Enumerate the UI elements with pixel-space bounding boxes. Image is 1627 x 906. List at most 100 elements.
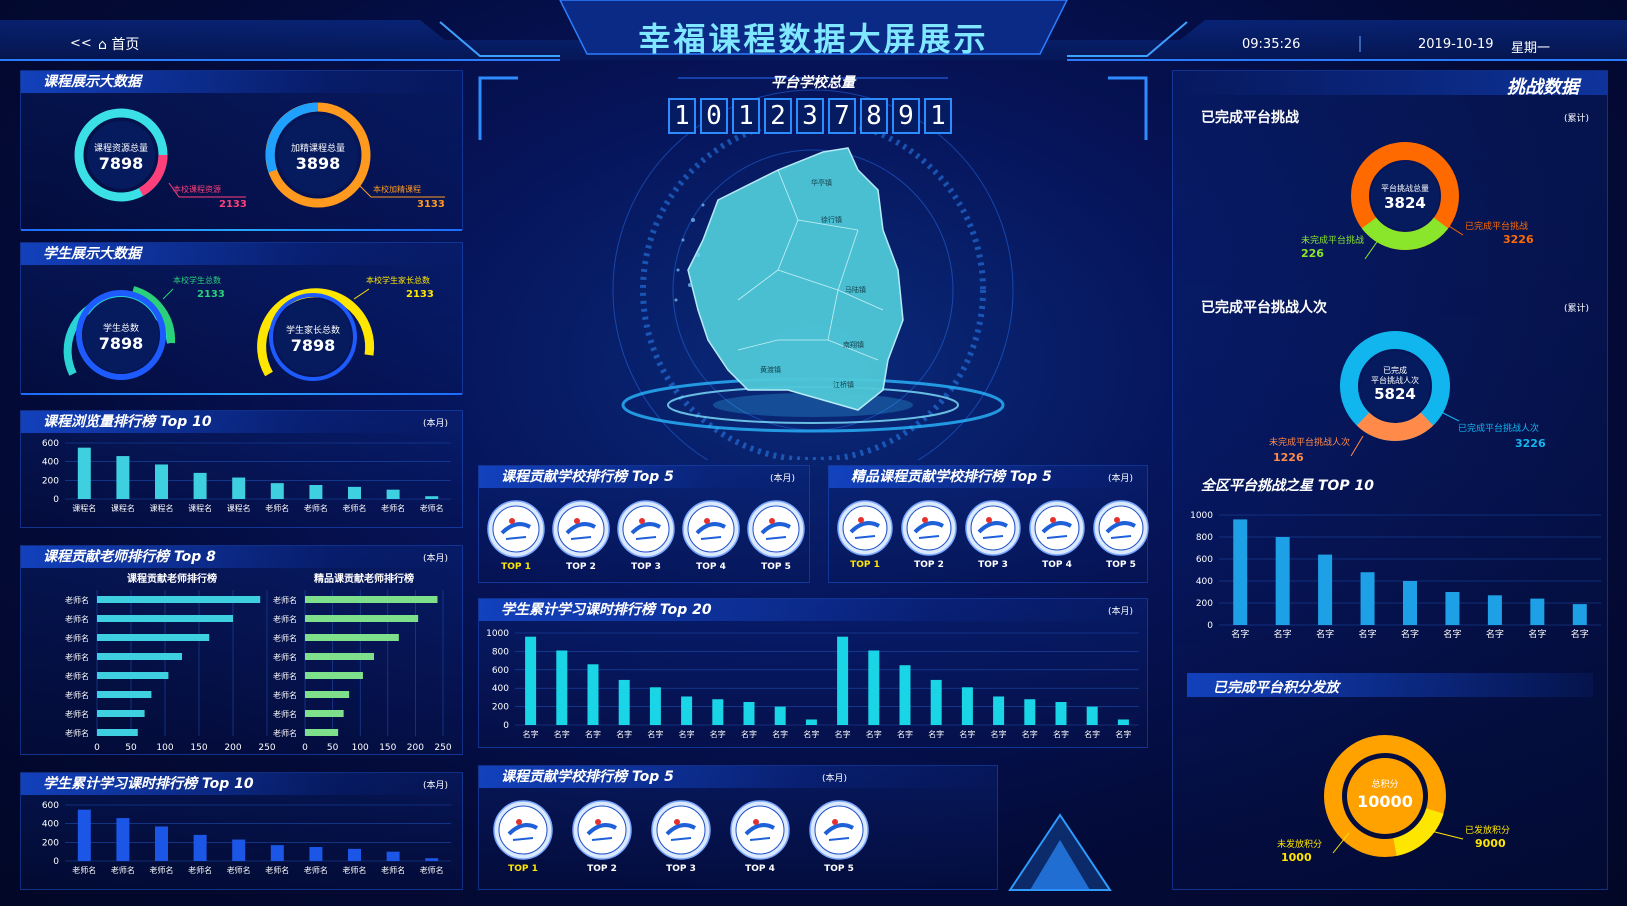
y-tick-label: 老师名 bbox=[273, 709, 297, 719]
donut-left-label: 未完成平台挑战人次 bbox=[1269, 436, 1350, 448]
bar bbox=[1572, 604, 1587, 625]
back-button[interactable]: << bbox=[70, 36, 92, 51]
school-logo-icon[interactable] bbox=[487, 500, 545, 558]
map-label: 南翔镇 bbox=[843, 341, 864, 349]
school-logo-icon[interactable] bbox=[1093, 500, 1149, 556]
donut-left-label: 未完成平台挑战 bbox=[1301, 234, 1364, 246]
x-tick-label: 250 bbox=[434, 743, 451, 753]
donut-center-value: 3824 bbox=[1384, 194, 1426, 212]
y-tick-label: 200 bbox=[42, 476, 59, 486]
school-logo-icon[interactable] bbox=[809, 800, 869, 860]
panel-bottom-line bbox=[21, 393, 462, 395]
school-logo-icon[interactable] bbox=[747, 500, 805, 558]
school-logo-icon[interactable] bbox=[837, 500, 893, 556]
x-tick-label: 名字 bbox=[866, 729, 882, 739]
school-logo-icon[interactable] bbox=[682, 500, 740, 558]
school-rank-label: TOP 3 bbox=[666, 864, 696, 874]
school-logo-icon[interactable] bbox=[572, 800, 632, 860]
x-tick-label: 250 bbox=[258, 743, 275, 753]
donut-left-value: 1226 bbox=[1273, 451, 1304, 464]
completed-title: 已完成平台挑战 bbox=[1201, 110, 1299, 126]
map-label: 华亭镇 bbox=[811, 179, 832, 187]
panel-title: 学生展示大数据 bbox=[21, 243, 462, 265]
school-logo-icon[interactable] bbox=[493, 800, 553, 860]
y-tick-label: 老师名 bbox=[273, 633, 297, 643]
school-logo-icon[interactable] bbox=[965, 500, 1021, 556]
y-tick-label: 600 bbox=[492, 666, 509, 676]
home-button[interactable]: ⌂ 首页 bbox=[98, 34, 139, 54]
y-tick-label: 老师名 bbox=[65, 690, 89, 700]
school-logo-icon[interactable] bbox=[617, 500, 675, 558]
x-tick-label: 名字 bbox=[554, 729, 570, 739]
bar bbox=[386, 851, 400, 861]
panel-note: (本月) bbox=[422, 419, 448, 429]
bar bbox=[309, 847, 323, 861]
x-tick-label: 名字 bbox=[1053, 729, 1069, 739]
y-tick-label: 800 bbox=[1196, 533, 1213, 543]
bar bbox=[97, 615, 233, 622]
donut-center-value: 10000 bbox=[1357, 792, 1413, 811]
ring-value: 3898 bbox=[296, 154, 341, 173]
x-tick-label: 50 bbox=[327, 743, 339, 753]
bar bbox=[348, 486, 361, 499]
bar bbox=[97, 672, 169, 679]
y-tick-label: 老师名 bbox=[273, 728, 297, 738]
panel-title: 课程贡献学校排行榜 Top 5 bbox=[479, 466, 809, 488]
school-list: TOP 1 TOP 2 TOP 3 TOP 4 TOP 5 bbox=[479, 488, 811, 584]
bar bbox=[305, 596, 438, 603]
donut-center-value: 5824 bbox=[1374, 385, 1416, 403]
x-tick-label: 老师名 bbox=[265, 503, 289, 513]
school-logo-icon[interactable] bbox=[651, 800, 711, 860]
map-label: 江桥镇 bbox=[833, 381, 854, 389]
x-tick-label: 50 bbox=[125, 743, 137, 753]
x-tick-label: 150 bbox=[379, 743, 396, 753]
bar bbox=[305, 634, 399, 641]
bar bbox=[348, 848, 361, 861]
y-tick-label: 800 bbox=[492, 647, 509, 657]
x-tick-label: 名字 bbox=[710, 729, 726, 739]
y-tick-label: 1000 bbox=[486, 629, 509, 639]
ring-sub-value: 2133 bbox=[219, 199, 247, 210]
bar bbox=[270, 845, 284, 861]
chart-subtitle: 精品课贡献老师排行榜 bbox=[314, 572, 414, 585]
y-tick-label: 老师名 bbox=[273, 614, 297, 624]
x-tick-label: 名字 bbox=[741, 729, 757, 739]
x-tick-label: 名字 bbox=[897, 729, 913, 739]
y-tick-label: 老师名 bbox=[273, 595, 297, 605]
x-tick-label: 老师名 bbox=[304, 865, 328, 875]
x-tick-label: 老师名 bbox=[304, 503, 328, 513]
bar bbox=[556, 650, 568, 725]
school-logo-icon[interactable] bbox=[1029, 500, 1085, 556]
school-rank-a-panel: 课程贡献学校排行榜 Top 5 (本月) TOP 1 TOP 2 TOP 3 TOP … bbox=[478, 465, 810, 583]
y-tick-label: 0 bbox=[53, 857, 59, 867]
school-rank-c-panel: 课程贡献学校排行榜 Top 5 (本月) TOP 1 TOP 2 TOP 3 TOP … bbox=[478, 765, 998, 890]
bar bbox=[618, 679, 630, 725]
y-tick-label: 400 bbox=[492, 684, 509, 694]
panel-note: (本月) bbox=[821, 774, 847, 784]
x-tick-label: 100 bbox=[156, 743, 173, 753]
student-hours-left-chart: 0 200 400 600 老师名 老师名 老师名 老师名 老师名 老师名 老师名 老师名 老师名 老师名 bbox=[42, 801, 451, 875]
bar bbox=[305, 653, 374, 660]
x-tick-label: 课程名 bbox=[111, 503, 135, 513]
x-tick-label: 老师名 bbox=[150, 865, 174, 875]
bar bbox=[649, 687, 661, 725]
school-logo-icon[interactable] bbox=[730, 800, 790, 860]
school-logo-icon[interactable] bbox=[552, 500, 610, 558]
ring-label: 学生家长总数 bbox=[286, 324, 340, 336]
school-logo-icon[interactable] bbox=[901, 500, 957, 556]
challenge-title: 挑战数据 bbox=[1507, 77, 1579, 98]
x-tick-label: 名字 bbox=[835, 729, 851, 739]
completed-note: (累计) bbox=[1563, 114, 1589, 124]
bar bbox=[386, 489, 400, 499]
bar bbox=[232, 839, 246, 861]
ring-sub-label: 本校课程资源 bbox=[173, 184, 221, 194]
bar bbox=[743, 702, 755, 725]
bar bbox=[681, 696, 693, 725]
x-tick-label: 老师名 bbox=[420, 503, 444, 513]
school-rank-label: TOP 4 bbox=[696, 562, 726, 572]
x-tick-label: 名字 bbox=[1231, 628, 1249, 640]
y-tick-label: 老师名 bbox=[65, 671, 89, 681]
student-hours-mid-panel: 学生累计学习课时排行榜 Top 20 (本月) 0 200 400 600 800 100… bbox=[478, 598, 1148, 748]
counter-digit: 2 bbox=[764, 98, 792, 134]
x-tick-label: 名字 bbox=[959, 729, 975, 739]
